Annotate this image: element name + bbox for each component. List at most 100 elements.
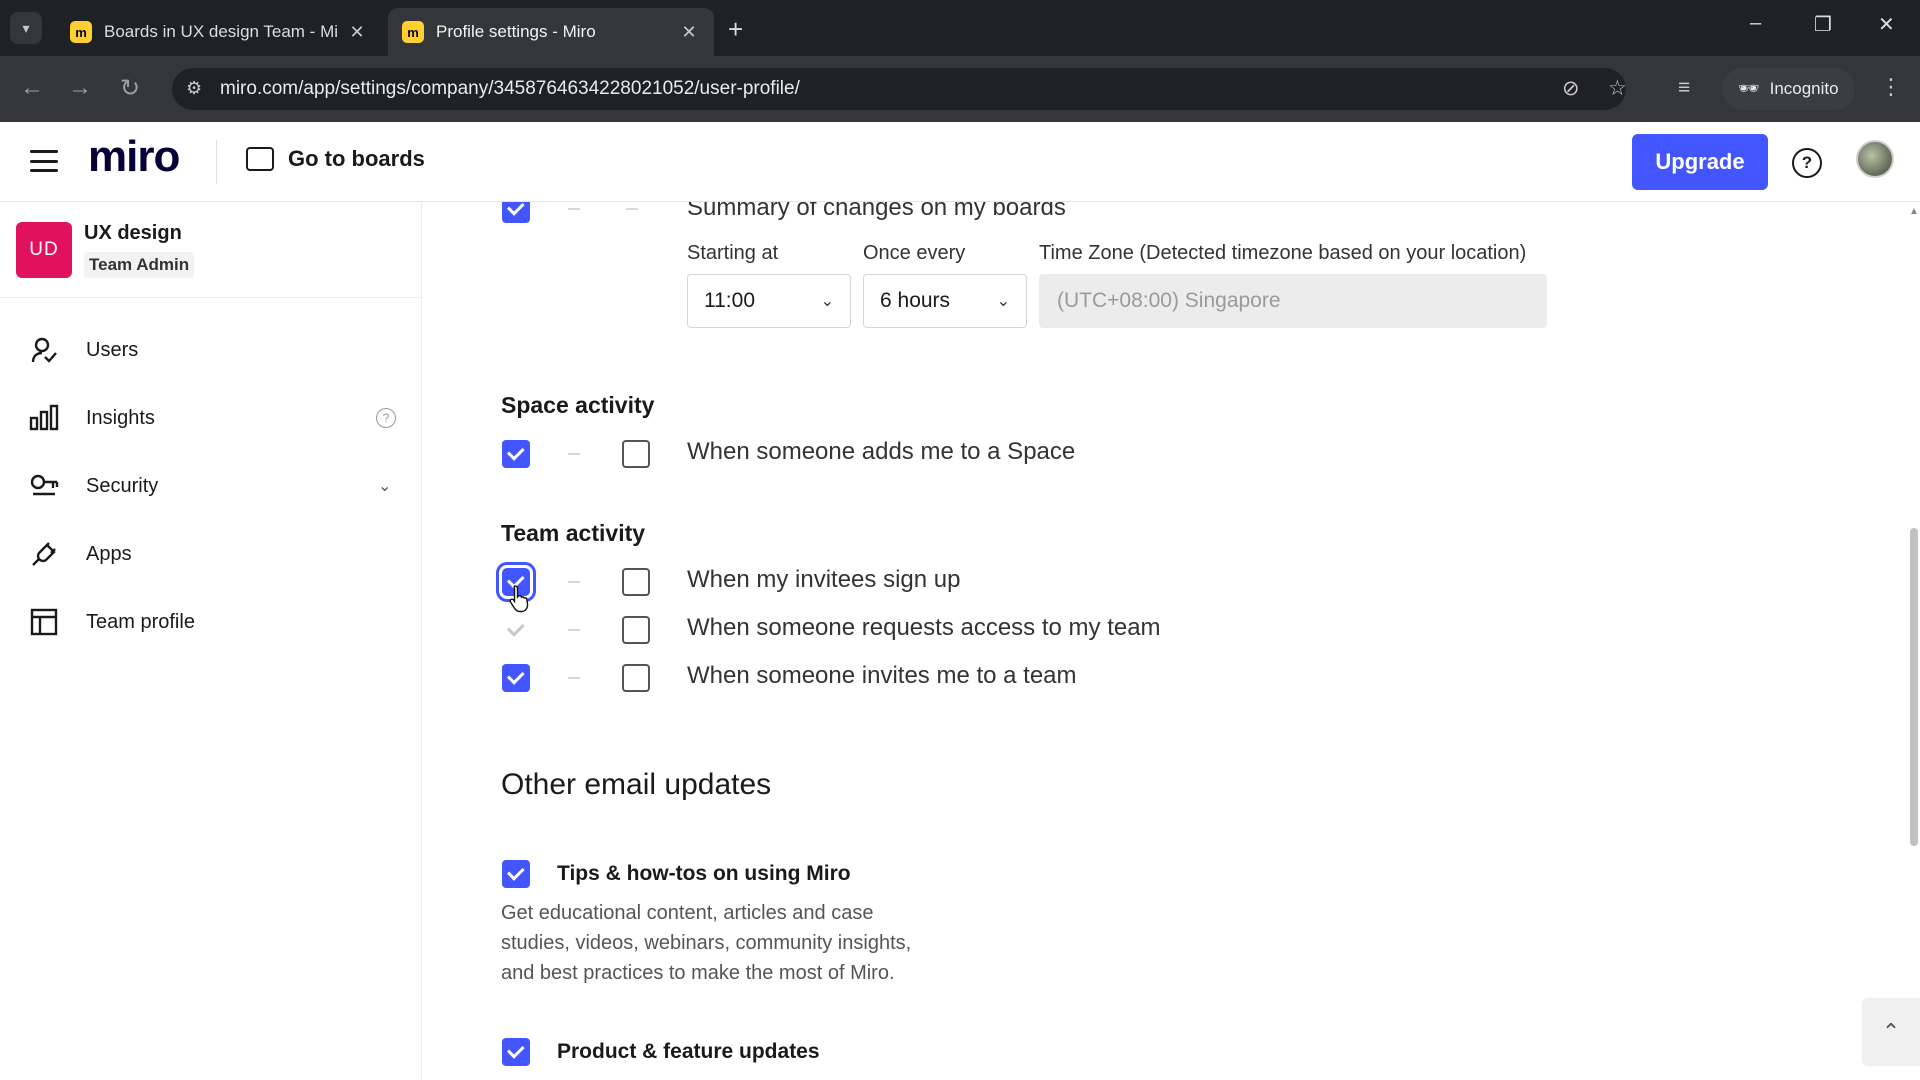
invites-me-label: When someone invites me to a team xyxy=(687,662,1077,689)
layout-icon xyxy=(28,606,60,638)
starting-at-select[interactable]: 11:00 ⌄ xyxy=(687,274,851,328)
miro-logo[interactable]: miro xyxy=(88,132,180,182)
sidebar-item-label: Users xyxy=(86,338,139,361)
tab-search-dropdown-icon[interactable]: ▾ xyxy=(10,12,42,44)
separator-dash xyxy=(626,208,638,210)
scrollbar-thumb[interactable] xyxy=(1910,528,1918,846)
page-scrollbar[interactable]: ▲ xyxy=(1906,202,1920,1080)
invites-me-app-checkbox[interactable] xyxy=(622,664,650,692)
user-icon xyxy=(28,334,60,366)
space-activity-heading: Space activity xyxy=(501,392,655,418)
chevron-down-icon: ⌄ xyxy=(996,293,1010,310)
info-icon[interactable]: ? xyxy=(376,408,396,428)
once-every-label: Once every xyxy=(863,242,966,264)
miro-favicon-icon: m xyxy=(70,21,92,43)
forward-icon[interactable]: → xyxy=(68,74,92,102)
requests-access-label: When someone requests access to my team xyxy=(687,614,1161,641)
go-to-boards-button[interactable]: Go to boards xyxy=(246,146,425,172)
close-tab-icon[interactable]: ✕ xyxy=(346,22,368,43)
browser-tab-bar: ▾ m Boards in UX design Team - Mi ✕ m Pr… xyxy=(0,0,1920,56)
separator-dash xyxy=(568,677,580,679)
sidebar-item-team-profile[interactable]: Team profile xyxy=(0,594,422,650)
timezone-label: Time Zone (Detected timezone based on yo… xyxy=(1039,242,1527,264)
once-every-select[interactable]: 6 hours ⌄ xyxy=(863,274,1027,328)
new-tab-icon[interactable]: + xyxy=(728,14,743,45)
upgrade-button[interactable]: Upgrade xyxy=(1632,134,1768,190)
invites-me-email-checkbox[interactable] xyxy=(502,664,530,692)
site-info-icon[interactable]: ⚙ xyxy=(186,78,202,99)
back-icon[interactable]: ← xyxy=(20,74,44,102)
settings-sidebar: UD UX design Team Admin Users Insights ?… xyxy=(0,202,422,1080)
minimize-icon[interactable]: – xyxy=(1750,12,1761,35)
tips-howtos-title: Tips & how-tos on using Miro xyxy=(557,862,851,885)
timezone-field: (UTC+08:00) Singapore xyxy=(1039,274,1547,328)
miro-favicon-icon: m xyxy=(402,21,424,43)
timezone-value: (UTC+08:00) Singapore xyxy=(1057,289,1281,312)
incognito-indicator[interactable]: 🕶 Incognito xyxy=(1722,68,1855,110)
once-every-value: 6 hours xyxy=(880,289,951,312)
address-bar-row: ← → ↻ ⚙ miro.com/app/settings/company/34… xyxy=(0,56,1920,122)
tips-howtos-checkbox[interactable] xyxy=(502,860,530,888)
url-text: miro.com/app/settings/company/3458764634… xyxy=(220,78,800,99)
incognito-label: Incognito xyxy=(1769,79,1839,98)
key-icon xyxy=(28,470,60,502)
sidebar-item-users[interactable]: Users xyxy=(0,322,422,378)
product-updates-title: Product & feature updates xyxy=(557,1040,820,1063)
go-to-boards-label: Go to boards xyxy=(288,146,425,171)
product-updates-checkbox[interactable] xyxy=(502,1038,530,1066)
reading-list-icon[interactable]: ≡ xyxy=(1678,76,1690,100)
requests-access-email-checkbox xyxy=(502,616,530,644)
close-tab-icon[interactable]: ✕ xyxy=(678,22,700,43)
starting-at-value: 11:00 xyxy=(704,289,755,312)
summary-label: Summary of changes on my boards xyxy=(687,202,1066,221)
browser-tab-boards[interactable]: m Boards in UX design Team - Mi ✕ xyxy=(56,8,382,56)
plug-icon xyxy=(28,538,60,570)
avatar[interactable] xyxy=(1856,140,1894,178)
team-badge: UD xyxy=(16,222,72,278)
sidebar-item-apps[interactable]: Apps xyxy=(0,526,422,582)
space-adds-label: When someone adds me to a Space xyxy=(687,438,1076,465)
notification-settings-panel: Summary of changes on my boards Starting… xyxy=(456,202,1872,1080)
tips-howtos-description: Get educational content, articles and ca… xyxy=(501,902,912,984)
chevron-up-icon: ⌃ xyxy=(1881,1019,1901,1044)
sidebar-item-label: Apps xyxy=(86,542,132,565)
separator-dash xyxy=(568,208,580,210)
team-header[interactable]: UD UX design Team Admin xyxy=(0,202,422,298)
sidebar-item-security[interactable]: Security ⌄ xyxy=(0,458,422,514)
space-adds-email-checkbox[interactable] xyxy=(502,440,530,468)
help-icon[interactable]: ? xyxy=(1792,148,1822,178)
url-bar[interactable]: ⚙ miro.com/app/settings/company/34587646… xyxy=(172,68,1626,110)
scroll-to-top-button[interactable]: ⌃ xyxy=(1862,998,1920,1066)
chevron-down-icon[interactable]: ⌄ xyxy=(378,476,391,496)
sidebar-item-label: Insights xyxy=(86,406,155,429)
header-divider xyxy=(216,140,217,184)
sidebar-item-label: Team profile xyxy=(86,610,195,633)
other-email-updates-heading: Other email updates xyxy=(501,768,772,801)
browser-menu-icon[interactable]: ⋮ xyxy=(1880,74,1902,100)
team-name: UX design xyxy=(84,222,182,244)
chevron-down-icon: ⌄ xyxy=(820,293,834,310)
tab-title: Boards in UX design Team - Mi xyxy=(104,22,339,41)
starting-at-label: Starting at xyxy=(687,242,779,264)
window-close-icon[interactable]: ✕ xyxy=(1878,12,1895,37)
scroll-up-arrow-icon[interactable]: ▲ xyxy=(1909,206,1919,217)
invitees-sign-up-app-checkbox[interactable] xyxy=(622,568,650,596)
invitees-sign-up-label: When my invitees sign up xyxy=(687,566,961,593)
incognito-icon: 🕶 xyxy=(1738,79,1760,98)
space-adds-app-checkbox[interactable] xyxy=(622,440,650,468)
summary-email-checkbox[interactable] xyxy=(502,202,530,223)
restore-icon[interactable]: ❐ xyxy=(1814,12,1832,37)
reload-icon[interactable]: ↻ xyxy=(120,74,140,103)
app-header: miro Go to boards Upgrade ? xyxy=(0,122,1920,202)
browser-tab-profile-settings[interactable]: m Profile settings - Miro ✕ xyxy=(388,8,714,56)
hamburger-menu-icon[interactable] xyxy=(30,150,58,172)
separator-dash xyxy=(568,453,580,455)
mouse-pointer-icon xyxy=(509,585,529,613)
requests-access-app-checkbox[interactable] xyxy=(622,616,650,644)
separator-dash xyxy=(568,629,580,631)
bookmark-star-icon[interactable]: ☆ xyxy=(1608,76,1627,101)
sidebar-item-insights[interactable]: Insights ? xyxy=(0,390,422,446)
team-activity-heading: Team activity xyxy=(501,520,646,546)
team-role-badge: Team Admin xyxy=(84,252,195,278)
tracking-protection-icon[interactable]: ⊘ xyxy=(1562,76,1580,101)
